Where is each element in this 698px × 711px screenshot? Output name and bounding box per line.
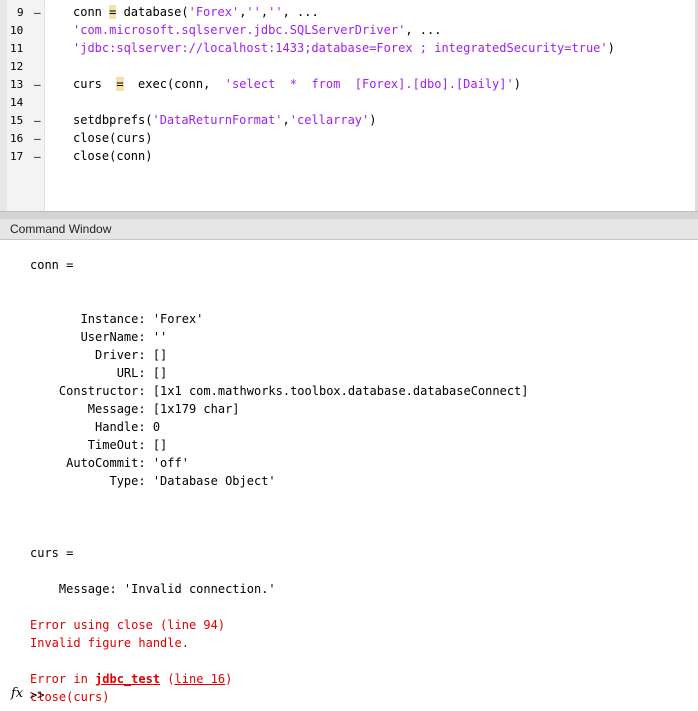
error-text: ) — [225, 672, 233, 686]
editor-panel: 9– conn = database('Forex','','', ... 10'c… — [0, 0, 698, 211]
string-literal: '' — [246, 5, 261, 19]
fx-function-browser-icon[interactable]: fx — [11, 686, 23, 701]
breakpoint-marker[interactable]: – — [34, 6, 41, 19]
line-number: 11 — [10, 42, 24, 55]
code-line[interactable]: conn = database('Forex','','', ... — [73, 5, 319, 23]
output-line: Driver: [] — [30, 348, 168, 362]
code-line[interactable]: 'jdbc:sqlserver://localhost:1433;databas… — [73, 41, 615, 59]
error-text: Error in — [30, 672, 96, 686]
output-line: UserName: '' — [30, 330, 168, 344]
command-window-titlebar[interactable]: Command Window — [0, 219, 698, 240]
gutter-line[interactable]: 16– — [7, 130, 44, 148]
highlighted-token: = — [116, 77, 124, 91]
code-line[interactable]: 'com.microsoft.sqlserver.jdbc.SQLServerD… — [73, 23, 441, 41]
code-token: close(curs) — [73, 131, 153, 145]
gutter-line[interactable]: 13– — [7, 76, 44, 94]
error-function-link[interactable]: jdbc_test — [95, 672, 160, 686]
error-location-line: Error in jdbc_test (line 16) — [30, 672, 232, 686]
code-line[interactable]: curs = exec(conn, 'select * from [Forex]… — [73, 77, 521, 95]
output-line: Message: 'Invalid connection.' — [30, 582, 276, 596]
gutter-line[interactable]: 17– — [7, 148, 44, 166]
code-token: , ... — [405, 23, 442, 37]
line-number: 14 — [10, 96, 24, 109]
line-number: 9 — [17, 6, 24, 19]
string-literal: 'cellarray' — [289, 113, 370, 127]
gutter-line[interactable]: 9– — [7, 4, 44, 22]
string-literal: 'com.microsoft.sqlserver.jdbc.SQLServerD… — [73, 23, 406, 37]
line-number: 13 — [10, 78, 24, 91]
gutter-line[interactable]: 12 — [7, 58, 44, 76]
string-literal: 'select * from [Forex].[dbo].[Daily]' — [224, 77, 514, 91]
line-number: 15 — [10, 114, 24, 127]
code-token: ) — [369, 113, 377, 127]
output-line: Constructor: [1x1 com.mathworks.toolbox.… — [30, 384, 529, 398]
command-prompt[interactable]: >> — [30, 688, 44, 702]
output-line: conn = — [30, 258, 74, 272]
breakpoint-marker[interactable]: – — [34, 114, 41, 127]
output-line: Handle: 0 — [30, 420, 161, 434]
output-line: Message: [1x179 char] — [30, 402, 240, 416]
line-number: 17 — [10, 150, 24, 163]
error-line-link[interactable]: line 16 — [175, 672, 226, 686]
output-line: Instance: 'Forex' — [30, 312, 204, 326]
line-number: 12 — [10, 60, 24, 73]
output-line: AutoCommit: 'off' — [30, 456, 189, 470]
command-window-title: Command Window — [10, 222, 112, 236]
line-number: 16 — [10, 132, 24, 145]
string-literal: 'Forex' — [188, 5, 240, 19]
breakpoint-marker[interactable]: – — [34, 132, 41, 145]
code-token: , ... — [282, 5, 319, 19]
code-token: setdbprefs( — [73, 113, 153, 127]
output-line: TimeOut: [] — [30, 438, 168, 452]
code-token: ) — [607, 41, 615, 55]
error-output-line: Invalid figure handle. — [30, 636, 189, 650]
command-window-body[interactable]: conn = Instance: 'Forex' UserName: '' Dr… — [0, 240, 698, 711]
breakpoint-marker[interactable]: – — [34, 78, 41, 91]
output-line: curs = — [30, 546, 74, 560]
error-output-line: Error using close (line 94) — [30, 618, 226, 632]
code-line[interactable]: setdbprefs('DataReturnFormat','cellarray… — [73, 113, 376, 131]
code-line[interactable]: close(conn) — [73, 149, 152, 167]
code-line[interactable]: close(curs) — [73, 131, 152, 149]
code-token: exec(conn, — [123, 77, 225, 91]
gutter-line[interactable]: 10 — [7, 22, 44, 40]
code-token: ) — [513, 77, 521, 91]
string-literal: 'jdbc:sqlserver://localhost:1433;databas… — [73, 41, 608, 55]
gutter-line[interactable]: 15– — [7, 112, 44, 130]
error-text: ( — [160, 672, 175, 686]
line-number: 10 — [10, 24, 24, 37]
gutter-line[interactable]: 14 — [7, 94, 44, 112]
code-token: close(conn) — [73, 149, 153, 163]
code-token: , — [282, 113, 290, 127]
gutter-line[interactable]: 11 — [7, 40, 44, 58]
output-line: Type: 'Database Object' — [30, 474, 276, 488]
code-token: curs — [73, 77, 117, 91]
breakpoint-marker[interactable]: – — [34, 150, 41, 163]
editor-left-border — [0, 0, 7, 211]
string-literal: 'DataReturnFormat' — [152, 113, 283, 127]
code-token: conn — [73, 5, 110, 19]
string-literal: '' — [268, 5, 283, 19]
output-line: URL: [] — [30, 366, 168, 380]
code-token: database( — [116, 5, 189, 19]
